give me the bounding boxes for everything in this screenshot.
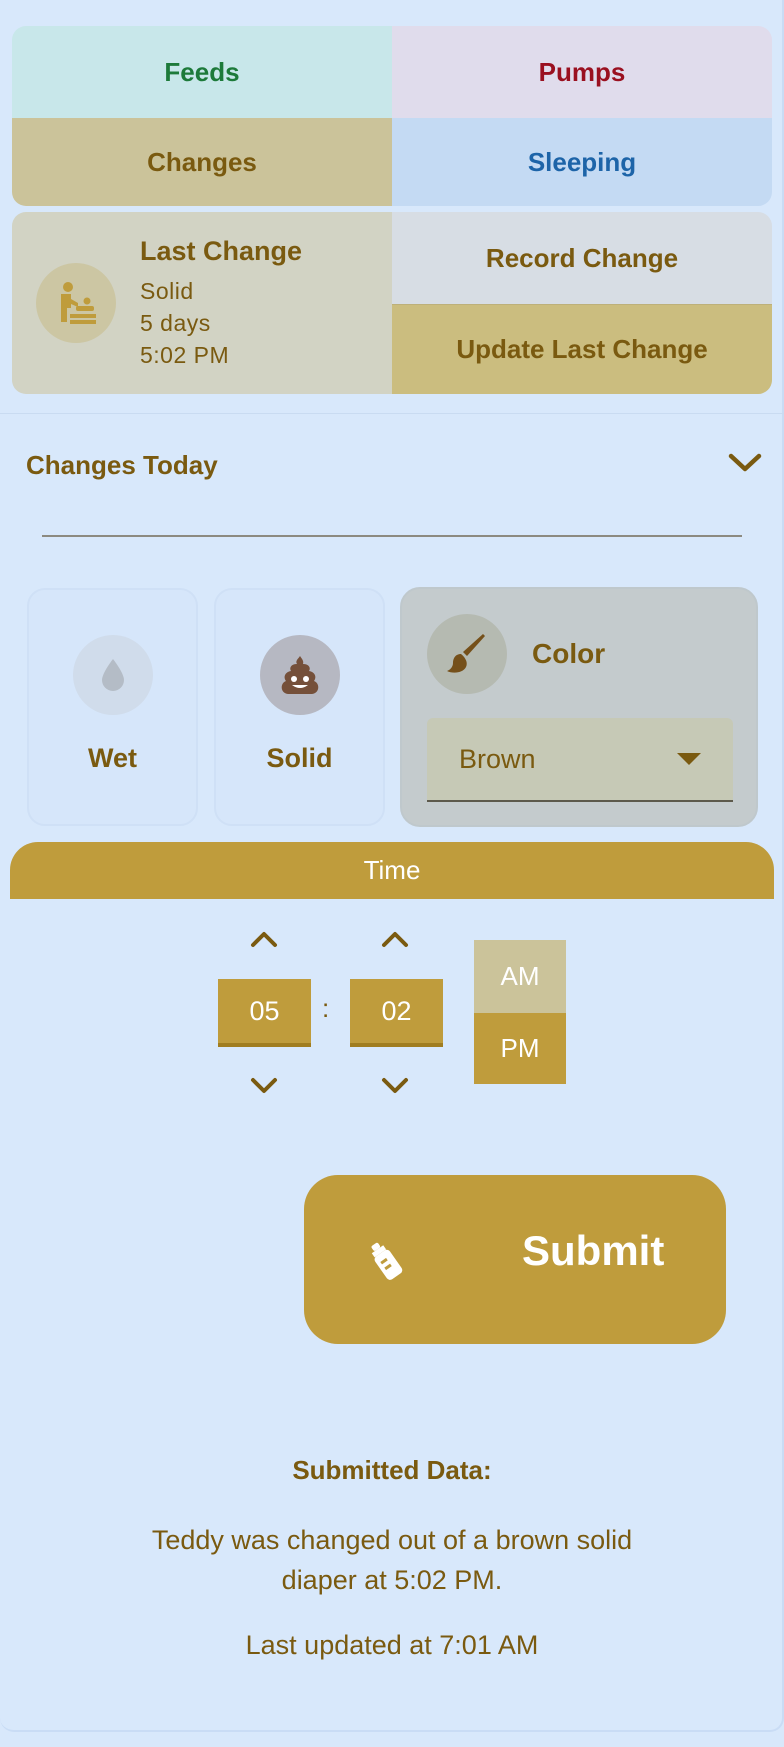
paintbrush-icon: [427, 614, 507, 694]
am-toggle[interactable]: AM: [474, 940, 566, 1013]
minute-increment-button[interactable]: [375, 921, 415, 957]
update-last-change-button[interactable]: Update Last Change: [392, 304, 772, 394]
time-separator: :: [322, 993, 330, 1023]
time-header: Time: [10, 842, 774, 899]
section-divider: [0, 413, 784, 414]
baby-changing-icon: [36, 263, 116, 343]
pm-toggle[interactable]: PM: [474, 1013, 566, 1084]
wet-label: Wet: [87, 743, 137, 773]
minute-input[interactable]: 02: [350, 979, 443, 1047]
last-change-card: Last Change Solid 5 days 5:02 PM Record …: [12, 212, 772, 394]
color-select-value: Brown: [459, 743, 536, 774]
submitted-data-message: Teddy was changed out of a brown solid d…: [151, 1525, 633, 1595]
tab-feeds[interactable]: Feeds: [12, 26, 392, 118]
minute-decrement-button[interactable]: [375, 1068, 415, 1104]
solid-label: Solid: [266, 743, 333, 773]
tab-changes[interactable]: Changes: [12, 118, 392, 206]
last-change-time: 5:02 PM: [140, 341, 230, 368]
dropdown-caret-icon: [677, 753, 701, 765]
divider-line: [42, 535, 742, 537]
color-label: Color: [532, 638, 606, 669]
color-option: Color Brown: [400, 587, 758, 827]
chevron-up-icon: [251, 932, 277, 947]
tab-pumps[interactable]: Pumps: [392, 26, 772, 118]
chevron-down-icon: [382, 1078, 408, 1093]
submitted-data-title: Submitted Data:: [292, 1455, 492, 1485]
chevron-down-icon: [251, 1078, 277, 1093]
last-change-title: Last Change: [140, 235, 303, 266]
hour-increment-button[interactable]: [244, 921, 284, 957]
chevron-up-icon: [382, 932, 408, 947]
last-change-type: Solid: [140, 277, 194, 304]
hour-input[interactable]: 05: [218, 979, 311, 1047]
record-change-button[interactable]: Record Change: [392, 212, 772, 304]
chevron-down-icon: [728, 452, 762, 479]
nav-tabs: Feeds Pumps Changes Sleeping: [12, 26, 772, 206]
submit-button[interactable]: Submit: [304, 1175, 726, 1344]
wet-option[interactable]: Wet: [27, 588, 198, 826]
changes-today-expander[interactable]: Changes Today: [26, 440, 762, 490]
changes-today-label: Changes Today: [26, 449, 218, 480]
droplet-icon: [72, 635, 153, 715]
solid-option[interactable]: Solid: [214, 588, 385, 826]
color-select[interactable]: Brown: [427, 718, 733, 802]
submit-label: Submit: [522, 1227, 665, 1274]
hour-decrement-button[interactable]: [244, 1068, 284, 1104]
tab-sleeping[interactable]: Sleeping: [392, 118, 772, 206]
last-updated-text: Last updated at 7:01 AM: [245, 1630, 539, 1660]
last-change-ago: 5 days: [140, 309, 211, 336]
bottle-icon: [366, 1237, 410, 1286]
last-change-info: Last Change Solid 5 days 5:02 PM: [12, 212, 392, 394]
poop-icon: [259, 635, 340, 715]
